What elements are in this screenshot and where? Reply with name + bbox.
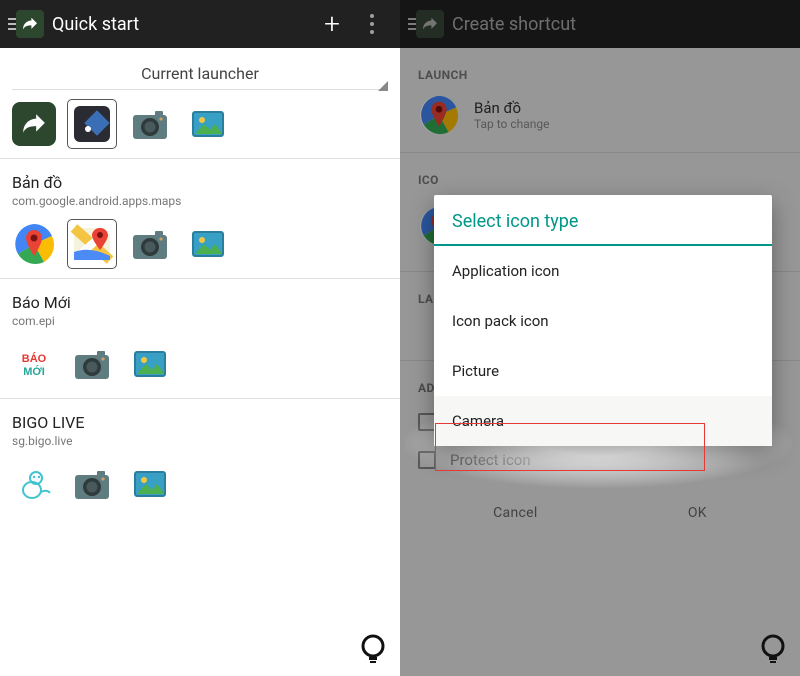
hint-bulb-icon[interactable]	[756, 632, 790, 670]
current-launcher-label[interactable]: Current launcher	[12, 64, 388, 83]
dialog-item-camera[interactable]: Camera	[434, 396, 772, 446]
svg-text:BÁO: BÁO	[22, 352, 47, 365]
icon-option-app[interactable]	[12, 462, 56, 506]
group-subtitle: com.epi	[12, 314, 388, 328]
launcher-icon-row	[12, 102, 388, 146]
dialog-item-icon-pack-icon[interactable]: Icon pack icon	[434, 296, 772, 346]
icon-option-camera[interactable]	[128, 102, 172, 146]
overflow-menu-button[interactable]	[352, 4, 392, 44]
icon-option-camera[interactable]	[70, 342, 114, 386]
dialog-item-application-icon[interactable]: Application icon	[434, 246, 772, 296]
dialog-item-picture[interactable]: Picture	[434, 346, 772, 396]
group-title: Báo Mới	[12, 293, 388, 312]
spinner-handle-icon[interactable]	[12, 89, 388, 90]
icon-option-camera[interactable]	[70, 462, 114, 506]
icon-option-maps[interactable]	[70, 222, 114, 266]
appbar-title: Quick start	[52, 14, 139, 35]
icon-option-edit[interactable]	[70, 102, 114, 146]
group-subtitle: sg.bigo.live	[12, 434, 388, 448]
dialog-select-icon-type: Select icon type Application icon Icon p…	[434, 195, 772, 446]
menu-icon[interactable]	[8, 18, 16, 30]
section-current-launcher: Current launcher	[0, 48, 400, 158]
dialog-title: Select icon type	[434, 195, 772, 246]
icon-option-gallery[interactable]	[186, 222, 230, 266]
icon-option-gallery[interactable]	[128, 462, 172, 506]
screen-quick-start: Quick start + Current launcher	[0, 0, 400, 676]
group-title: Bản đồ	[12, 173, 388, 192]
icon-option-app[interactable]	[12, 222, 56, 266]
svg-text:MỚI: MỚI	[23, 365, 45, 378]
group-title: BIGO LIVE	[12, 413, 388, 432]
screen-create-shortcut: Create shortcut LAUNCH Bản đồ Tap to cha…	[400, 0, 800, 676]
icon-option-app[interactable]	[12, 102, 56, 146]
add-button[interactable]: +	[312, 4, 352, 44]
appbar-left: Quick start +	[0, 0, 400, 48]
hint-bulb-icon[interactable]	[356, 632, 390, 670]
group-subtitle: com.google.android.apps.maps	[12, 194, 388, 208]
icon-option-app[interactable]: BÁOMỚI	[12, 342, 56, 386]
app-group: BIGO LIVE sg.bigo.live	[0, 398, 400, 518]
app-logo-icon	[16, 10, 44, 38]
icon-option-gallery[interactable]	[186, 102, 230, 146]
app-group: Bản đồ com.google.android.apps.maps	[0, 158, 400, 278]
icon-option-gallery[interactable]	[128, 342, 172, 386]
app-group: Báo Mới com.epi BÁOMỚI	[0, 278, 400, 398]
icon-option-camera[interactable]	[128, 222, 172, 266]
